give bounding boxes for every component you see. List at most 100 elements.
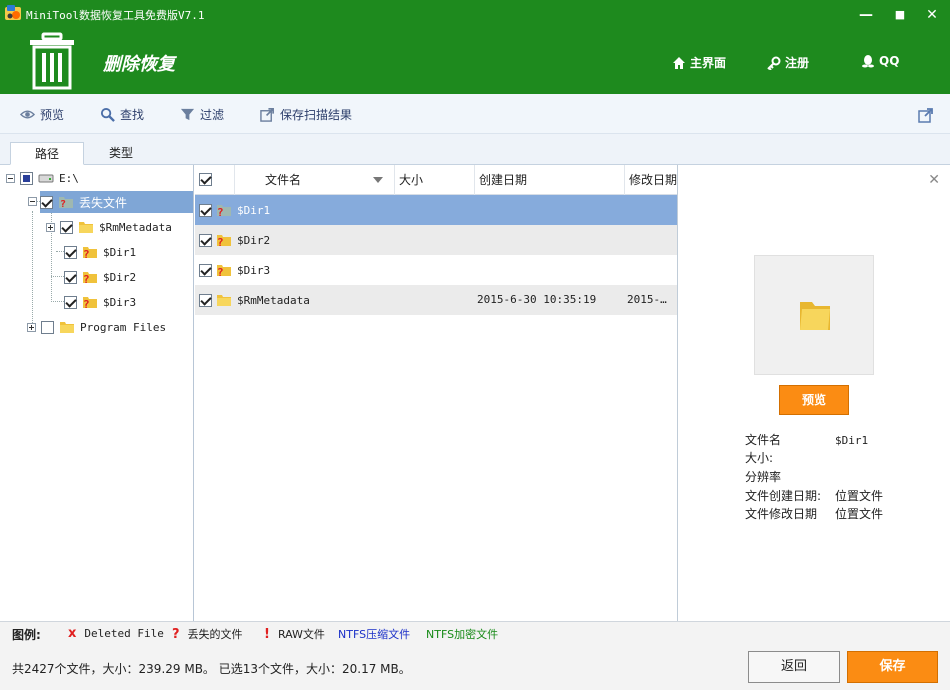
preview-button[interactable]: 预览 — [779, 385, 849, 415]
dir2-checkbox[interactable] — [64, 270, 77, 284]
tree-node-lost-files[interactable]: ? 丢失文件 — [40, 191, 193, 213]
column-name[interactable]: 文件名 — [235, 165, 395, 195]
info-created-value: 位置文件 — [835, 489, 884, 503]
raw-mark-icon: ! — [264, 626, 270, 642]
info-resolution: 分辨率 — [745, 468, 835, 486]
row-modified: 2015-… — [627, 293, 667, 306]
lost-mark-icon: ? — [172, 626, 180, 642]
tab-path[interactable]: 路径 — [10, 142, 84, 165]
view-tabs: 路径 类型 — [0, 134, 950, 165]
tab-type[interactable]: 类型 — [84, 142, 158, 165]
mode-title: 删除恢复 — [103, 54, 175, 75]
close-button[interactable]: ✕ — [922, 5, 942, 25]
row-created: 2015-6-30 10:35:19 — [477, 293, 597, 306]
legend-bar: 图例: x Deleted File ? 丢失的文件 ! RAW文件 NTFS压… — [0, 621, 950, 645]
lost-folder-icon: ? — [217, 265, 231, 278]
expand-toggle[interactable] — [27, 322, 36, 332]
list-header: 文件名 大小 创建日期 修改日期 — [195, 165, 677, 195]
expand-toggle[interactable] — [46, 222, 55, 232]
preview-tool-button[interactable]: 预览 — [20, 106, 64, 123]
save-button[interactable]: 保存 — [847, 651, 938, 683]
select-all-column — [195, 165, 235, 195]
maximize-button[interactable]: ■ — [890, 5, 910, 25]
table-row[interactable]: ? $Dir1 — [195, 195, 677, 225]
collapse-toggle[interactable] — [6, 173, 15, 183]
column-size[interactable]: 大小 — [395, 165, 475, 195]
qq-penguin-icon — [862, 55, 874, 68]
svg-text:?: ? — [217, 266, 224, 278]
close-preview-icon[interactable]: ✕ — [928, 172, 940, 188]
info-modified-label: 文件修改日期 — [745, 507, 818, 521]
app-header: MiniTool数据恢复工具免费版V7.1 — ■ ✕ 删除恢复 主界面 注册 … — [0, 0, 950, 94]
table-row[interactable]: ? $Dir2 — [195, 225, 677, 255]
lost-folder-icon: ? — [217, 235, 231, 248]
lost-folder-icon: ? — [83, 297, 97, 310]
lost-files-label: 丢失文件 — [79, 195, 128, 210]
row-checkbox[interactable] — [199, 233, 212, 247]
deleted-mark-icon: x — [68, 626, 77, 641]
select-all-checkbox[interactable] — [199, 173, 212, 186]
row-name: $Dir1 — [237, 203, 271, 217]
info-name: 文件名 $Dir1 — [745, 431, 868, 449]
column-created[interactable]: 创建日期 — [475, 165, 625, 195]
save-scan-button[interactable]: 保存扫描结果 — [260, 106, 352, 123]
funnel-icon — [180, 108, 195, 121]
legend-ntfs-encrypted-label: NTFS加密文件 — [426, 628, 499, 641]
lost-folder-icon: ? — [83, 247, 97, 260]
rmmetadata-checkbox[interactable] — [60, 220, 73, 234]
tree-node-dir3[interactable]: ? $Dir3 — [64, 291, 136, 313]
column-modified[interactable]: 修改日期 — [625, 165, 677, 195]
find-tool-button[interactable]: 查找 — [100, 106, 144, 123]
program-files-checkbox[interactable] — [41, 320, 54, 334]
legend-deleted: x Deleted File — [68, 626, 164, 641]
row-checkbox[interactable] — [199, 203, 212, 217]
lost-files-checkbox[interactable] — [40, 195, 53, 209]
dir3-label: $Dir3 — [103, 295, 137, 309]
table-row[interactable]: $RmMetadata 2015-6-30 10:35:19 2015-… — [195, 285, 677, 315]
filter-tool-button[interactable]: 过滤 — [180, 106, 224, 123]
svg-text:?: ? — [217, 236, 224, 248]
preview-tool-label: 预览 — [40, 108, 65, 122]
home-label: 主界面 — [690, 56, 727, 70]
share-icon[interactable] — [918, 107, 934, 123]
info-name-label: 文件名 — [745, 433, 782, 447]
info-modified-value: 位置文件 — [835, 507, 884, 521]
row-checkbox[interactable] — [199, 293, 212, 307]
folder-icon — [217, 295, 231, 306]
toolbar: 预览 查找 过滤 保存扫描结果 — [0, 94, 950, 134]
preview-panel: ✕ 预览 文件名 $Dir1 大小: 分辨率 文件创建日期: 位置文件 文件修改日期… — [679, 165, 950, 621]
table-row[interactable]: ? $Dir3 — [195, 255, 677, 285]
folder-icon — [800, 302, 830, 330]
window-title: MiniTool数据恢复工具免费版V7.1 — [26, 9, 205, 22]
tree-node-rmmetadata[interactable]: $RmMetadata — [46, 216, 172, 238]
svg-text:?: ? — [60, 199, 66, 210]
search-icon — [100, 107, 115, 122]
app-logo-icon — [5, 5, 21, 20]
home-link[interactable]: 主界面 — [672, 54, 726, 71]
qq-label: QQ — [879, 54, 900, 68]
dir1-checkbox[interactable] — [64, 245, 77, 259]
back-button[interactable]: 返回 — [748, 651, 840, 683]
dir3-checkbox[interactable] — [64, 295, 77, 309]
tree-node-program-files[interactable]: Program Files — [27, 316, 166, 338]
tree-node-dir1[interactable]: ? $Dir1 — [64, 241, 136, 263]
legend-ntfs-compressed: NTFS压缩文件 — [338, 626, 410, 642]
tree-node-dir2[interactable]: ? $Dir2 — [64, 266, 136, 288]
minimize-button[interactable]: — — [856, 5, 876, 25]
lost-files-toggle[interactable] — [28, 197, 37, 206]
home-icon — [673, 56, 685, 69]
root-checkbox[interactable] — [20, 171, 33, 185]
lost-folder-icon: ? — [83, 272, 97, 285]
tree-node-root[interactable]: E:\ — [6, 167, 79, 189]
svg-text:?: ? — [83, 273, 90, 285]
row-checkbox[interactable] — [199, 263, 212, 277]
filter-tool-label: 过滤 — [200, 108, 225, 122]
info-resolution-label: 分辨率 — [745, 470, 782, 484]
legend-title: 图例: — [12, 628, 41, 642]
title-bar[interactable]: MiniTool数据恢复工具免费版V7.1 — ■ ✕ — [0, 0, 950, 30]
register-link[interactable]: 注册 — [767, 54, 809, 71]
status-summary: 共2427个文件，大小：239.29 MB。 已选13个文件，大小：20.17 … — [12, 662, 411, 676]
qq-link[interactable]: QQ — [861, 54, 899, 68]
row-name: $Dir2 — [237, 233, 271, 247]
key-icon — [767, 56, 781, 70]
